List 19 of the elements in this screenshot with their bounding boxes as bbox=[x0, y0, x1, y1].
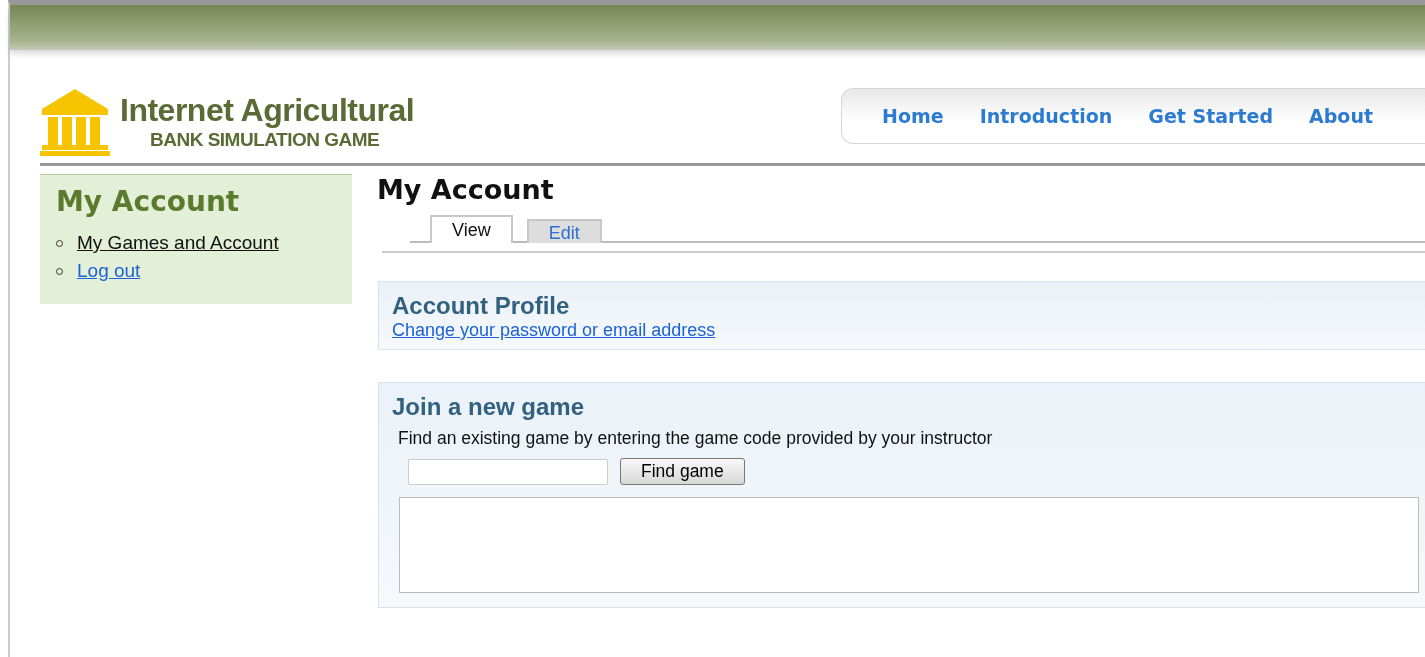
bank-building-icon bbox=[40, 86, 110, 157]
sidebar-title: My Account bbox=[56, 185, 241, 218]
section-title: Join a new game bbox=[392, 393, 586, 421]
nav-link[interactable]: Home bbox=[882, 104, 944, 127]
page-title: My Account bbox=[377, 174, 555, 205]
nav-link[interactable]: Introduction bbox=[979, 104, 1113, 127]
game-code-field[interactable] bbox=[408, 458, 608, 485]
nav-link[interactable]: About bbox=[1309, 104, 1373, 127]
section-description: Find an existing game by entering the game code provided by your instructor bbox=[398, 428, 994, 449]
find-game-button[interactable]: Find game bbox=[620, 458, 745, 485]
change-password-link[interactable]: Change your password or email address bbox=[392, 320, 716, 341]
sidebar-link[interactable]: Log out bbox=[77, 260, 141, 282]
tab[interactable]: Edit bbox=[526, 219, 602, 243]
nav-link[interactable]: Get Started bbox=[1148, 104, 1274, 127]
sidebar-link[interactable]: My Games and Account bbox=[77, 232, 279, 254]
tab[interactable]: View bbox=[430, 215, 513, 243]
section-title: Account Profile bbox=[392, 292, 571, 320]
logo-title: Internet Agricultural bbox=[120, 92, 415, 129]
logo-subtitle: BANK SIMULATION GAME bbox=[150, 129, 381, 151]
